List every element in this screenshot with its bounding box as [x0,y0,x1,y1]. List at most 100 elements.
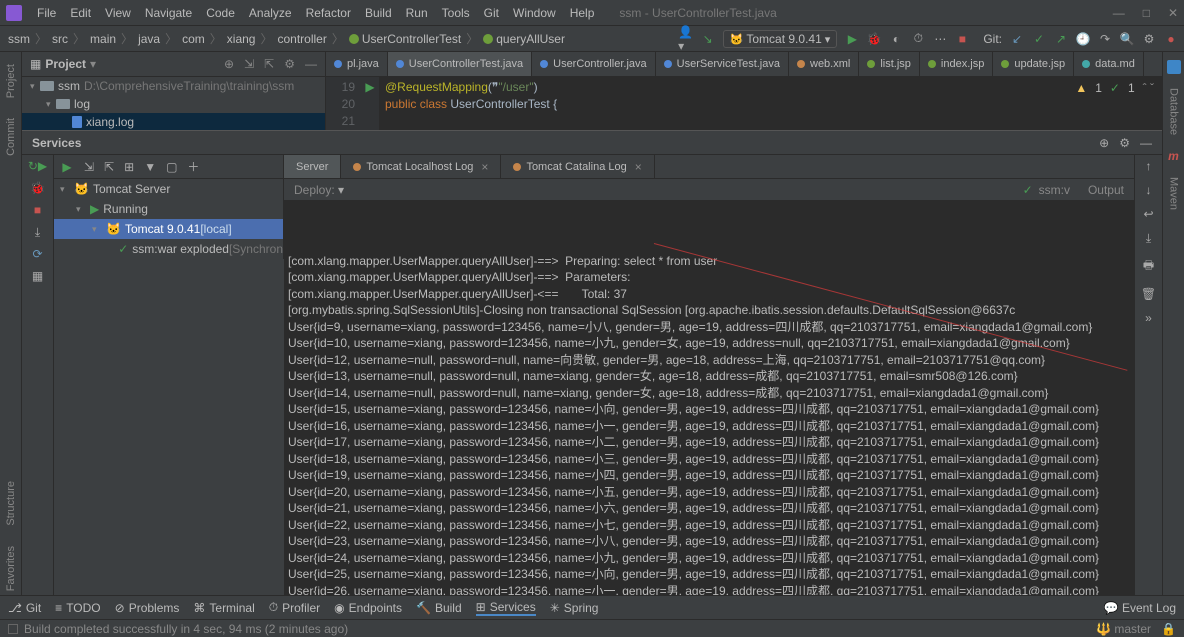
editor-tab[interactable]: update.jsp [993,52,1074,76]
menu-code[interactable]: Code [199,6,242,20]
editor-tab[interactable]: UserController.java [532,52,656,76]
bottom-tab-profiler[interactable]: ⏱ Profiler [269,600,320,615]
users-icon[interactable]: 👤▾ [679,32,693,46]
run-icon[interactable]: ▶ [60,160,74,174]
deploy-icon[interactable]: ⤓ [31,225,45,239]
branch-widget[interactable]: 🔱 master [1096,622,1151,636]
editor-tab[interactable]: UserServiceTest.java [656,52,789,76]
collapse-icon[interactable]: ⇱ [264,57,274,71]
menu-file[interactable]: File [30,6,63,20]
project-tree[interactable]: ▦Project▾ ⊕ ⇲ ⇱ ⚙ — ▾ssmD:\Comprehensive… [22,52,326,130]
menu-tools[interactable]: Tools [435,6,477,20]
up-icon[interactable]: ↑ [1146,159,1152,173]
stop-icon[interactable]: ■ [955,32,969,46]
stop-icon[interactable]: ■ [31,203,45,217]
locate-icon[interactable]: ⊕ [1099,136,1109,150]
search-icon[interactable]: 🔍 [1120,32,1134,46]
bottom-tab-git[interactable]: ⎇ Git [8,601,41,615]
editor-tab[interactable]: list.jsp [859,52,920,76]
wrap-icon[interactable]: ↩ [1143,207,1153,221]
view-icon[interactable]: ▢ [166,160,177,174]
menu-help[interactable]: Help [563,6,602,20]
menu-navigate[interactable]: Navigate [138,6,199,20]
tab-commit[interactable]: Commit [5,114,17,160]
clear-icon[interactable]: 🗑 [1141,287,1156,301]
git-rollback-icon[interactable]: ↷ [1098,32,1112,46]
tree-row[interactable]: ▾log [22,95,325,113]
crumb[interactable]: java [136,32,162,46]
layout-icon[interactable]: ▦ [31,269,45,283]
tree-row[interactable]: ▾ssmD:\ComprehensiveTraining\training\ss… [22,77,325,95]
gear-icon[interactable]: ⚙ [284,57,295,71]
collapse-all-icon[interactable]: ⇱ [104,160,114,174]
menu-view[interactable]: View [98,6,138,20]
tab-favorites[interactable]: Favorites [5,542,17,595]
crumb[interactable]: controller [275,32,328,46]
crumb[interactable]: src [50,32,70,46]
crumb[interactable]: com [180,32,207,46]
menu-edit[interactable]: Edit [63,6,98,20]
editor-tab[interactable]: pl.java [326,52,388,76]
print-icon[interactable]: 🖶 [1143,256,1154,277]
coverage-icon[interactable]: ◐ [889,32,903,46]
git-commit-icon[interactable]: ✓ [1032,32,1046,46]
output-tab[interactable]: Server [284,155,341,178]
svc-tree-row[interactable]: ▾🐱Tomcat Server [54,179,283,199]
filter-icon[interactable]: ▼ [144,160,156,174]
build-hammer-icon[interactable]: ↘ [701,32,715,46]
hide-icon[interactable]: — [1140,136,1152,150]
svc-tree-row[interactable]: ▾▶Running [54,199,283,219]
bottom-tab-spring[interactable]: ✳ Spring [550,601,599,615]
tree-row[interactable]: xiang.log [22,113,325,130]
menu-run[interactable]: Run [399,6,435,20]
tool-windows-icon[interactable] [8,624,18,634]
git-push-icon[interactable]: ↗ [1054,32,1068,46]
menu-window[interactable]: Window [506,6,563,20]
locate-icon[interactable]: ⊕ [224,57,234,71]
tail-icon[interactable]: » [1145,311,1152,325]
refresh-icon[interactable]: ⟳ [31,247,45,261]
profile-icon[interactable]: ⏱ [911,32,925,46]
menu-refactor[interactable]: Refactor [299,6,358,20]
svc-tree-row[interactable]: ✓ssm:war exploded [Synchron [54,239,283,259]
maven-icon[interactable]: m [1168,149,1179,163]
editor-tab[interactable]: data.md [1074,52,1144,76]
bottom-tab-problems[interactable]: ⊘ Problems [115,601,180,615]
run-icon[interactable]: 🐞 [31,181,45,195]
add-icon[interactable]: ＋ [187,158,199,175]
tab-project[interactable]: Project [5,60,17,102]
tab-structure[interactable]: Structure [5,477,17,530]
crumb[interactable]: queryAllUser [481,32,567,46]
crumb[interactable]: ssm [6,32,32,46]
bottom-tab-services[interactable]: ⊞ Services [476,600,536,616]
menu-analyze[interactable]: Analyze [242,6,299,20]
close-icon[interactable]: ✕ [1168,6,1178,20]
scroll-end-icon[interactable]: ⤓ [1146,231,1151,246]
menu-build[interactable]: Build [358,6,399,20]
expand-all-icon[interactable]: ⇲ [84,160,94,174]
bottom-tab-todo[interactable]: ≡ TODO [55,601,100,615]
debug-icon[interactable]: 🐞 [867,32,881,46]
crumb[interactable]: UserControllerTest [347,32,463,46]
lock-icon[interactable]: 🔒 [1161,622,1176,636]
git-update-icon[interactable]: ↙ [1010,32,1024,46]
editor-tab[interactable]: index.jsp [920,52,993,76]
output-tab[interactable]: Tomcat Catalina Log× [501,155,654,178]
maximize-icon[interactable]: □ [1143,6,1150,20]
editor-tab[interactable]: web.xml [789,52,859,76]
hide-icon[interactable]: — [305,57,317,71]
down-icon[interactable]: ↓ [1146,183,1152,197]
bottom-tab-build[interactable]: 🔨 Build [416,601,462,615]
code-area[interactable]: @RequestMapping(❞"/user") public class U… [379,77,1162,130]
event-log[interactable]: 💬 Event Log [1104,601,1176,615]
run-config-selector[interactable]: 🐱 Tomcat 9.0.41 ▾ [723,30,838,48]
run-icon[interactable]: ▶ [845,32,859,46]
settings-icon[interactable]: ⚙ [1142,32,1156,46]
console-output[interactable]: [com.xlang.mapper.UserMapper.queryAllUse… [284,201,1134,595]
attach-icon[interactable]: ⋯ [933,32,947,46]
output-tab[interactable]: Tomcat Localhost Log× [341,155,501,178]
minimize-icon[interactable]: — [1113,6,1125,20]
gear-icon[interactable]: ⚙ [1119,136,1130,150]
rerun-icon[interactable]: ↻▶ [31,159,45,173]
codota-icon[interactable] [1167,60,1181,74]
